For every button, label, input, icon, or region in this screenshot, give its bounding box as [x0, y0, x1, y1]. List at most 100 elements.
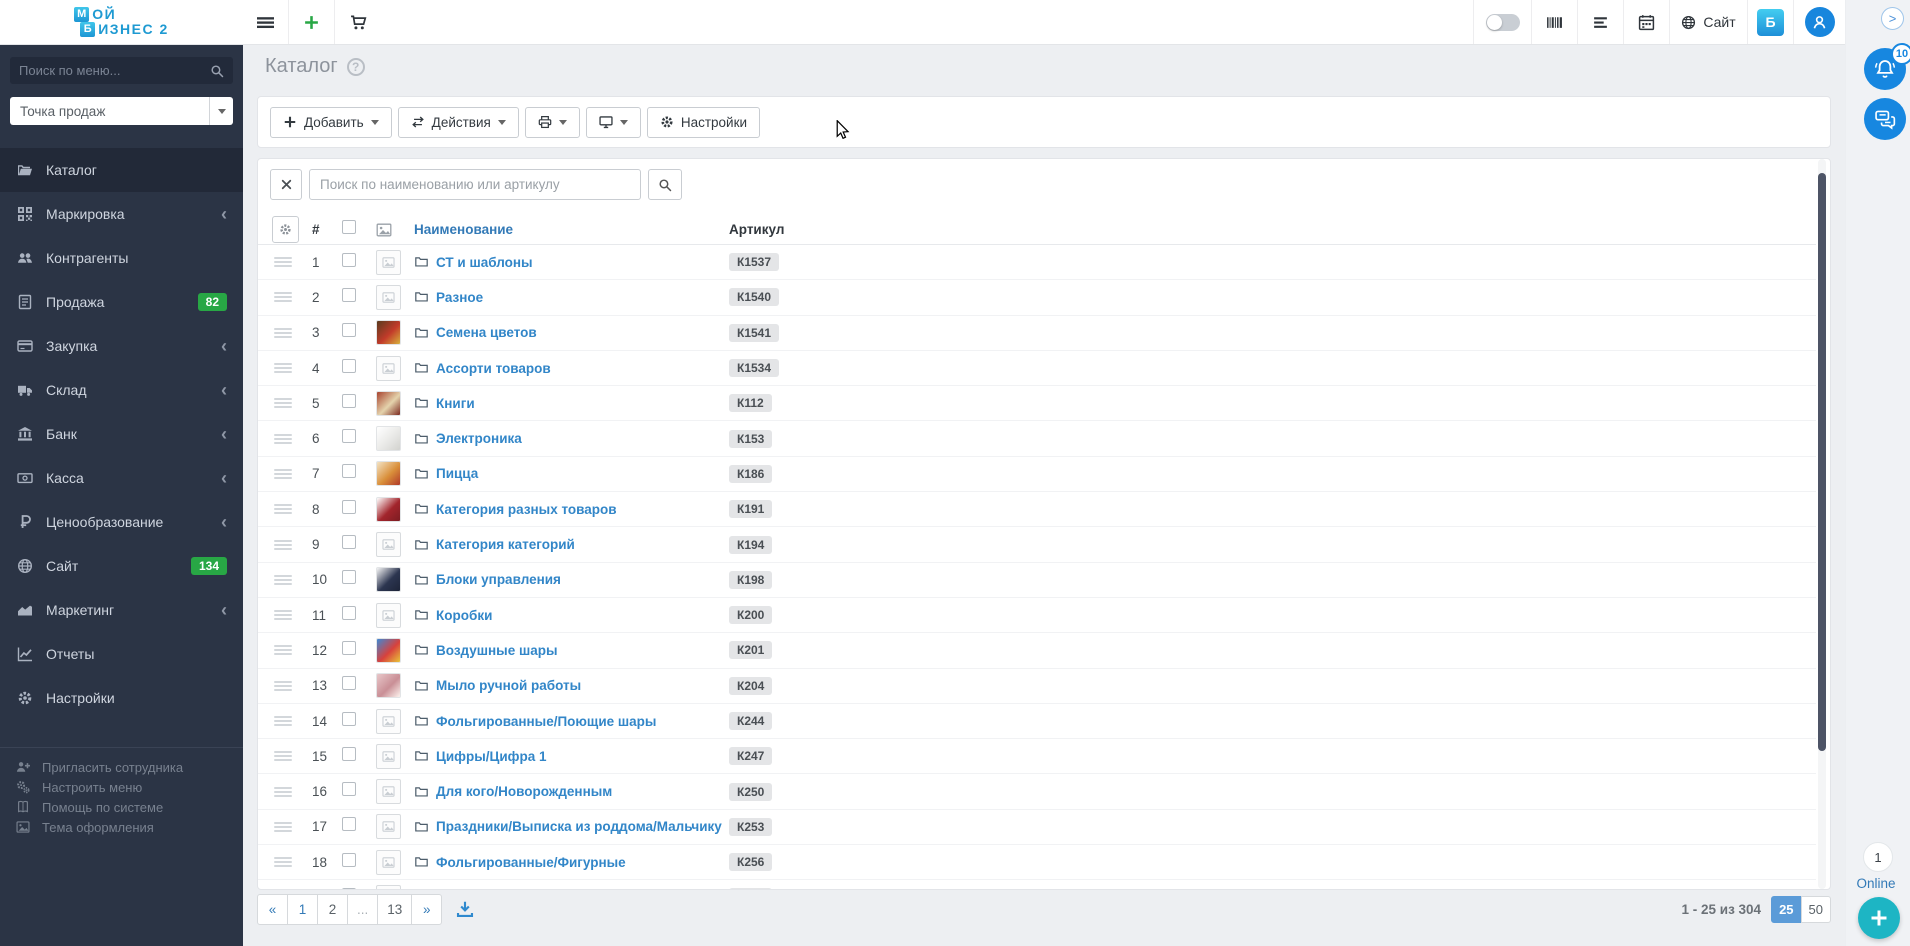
help-icon[interactable]: ? [347, 58, 365, 76]
pagination-page-1[interactable]: 1 [287, 894, 318, 925]
row-checkbox[interactable] [342, 288, 356, 302]
category-link[interactable]: Ассорти товаров [436, 361, 551, 376]
row-checkbox[interactable] [342, 641, 356, 655]
column-settings-button[interactable] [272, 216, 299, 243]
quick-add-button[interactable] [289, 0, 335, 44]
profile-button[interactable] [1793, 0, 1845, 44]
category-link[interactable]: Пицца [436, 466, 478, 481]
category-link[interactable]: Цифры/Цифра 1 [436, 749, 547, 764]
clear-search-button[interactable] [270, 169, 302, 200]
row-checkbox[interactable] [342, 535, 356, 549]
sidebar-link-theme[interactable]: Тема оформления [15, 817, 233, 837]
notifications-button[interactable]: 10 [1864, 48, 1906, 90]
add-button[interactable]: Добавить [270, 107, 392, 138]
mode-toggle[interactable] [1473, 0, 1531, 44]
cart-button[interactable] [335, 0, 381, 44]
category-link[interactable]: Категория разных товаров [436, 502, 617, 517]
row-checkbox[interactable] [342, 464, 356, 478]
drag-handle[interactable] [258, 643, 312, 657]
row-checkbox[interactable] [342, 394, 356, 408]
sidebar-link-system-help[interactable]: Помощь по системе [15, 797, 233, 817]
product-thumbnail[interactable] [376, 673, 401, 698]
calendar-button[interactable] [1623, 0, 1669, 44]
category-link[interactable]: Для кого/Новорожденным [436, 784, 612, 799]
sidebar-item-settings[interactable]: Настройки [0, 676, 243, 720]
pagination-ellipsis[interactable]: ... [347, 894, 378, 925]
drag-handle[interactable] [258, 255, 312, 269]
drag-handle[interactable] [258, 290, 312, 304]
print-button[interactable] [525, 107, 580, 138]
category-link[interactable]: Мыло ручной работы [436, 678, 581, 693]
chat-button[interactable] [1864, 98, 1906, 140]
product-thumbnail[interactable] [376, 461, 401, 486]
category-link[interactable]: Фольгированные/Поющие шары [436, 714, 656, 729]
category-link[interactable]: Категория категорий [436, 537, 575, 552]
sidebar-item-marking[interactable]: Маркировка‹ [0, 192, 243, 236]
drag-handle[interactable] [258, 714, 312, 728]
row-checkbox[interactable] [342, 359, 356, 373]
display-button[interactable] [586, 107, 641, 138]
sidebar-link-configure-menu[interactable]: Настроить меню [15, 777, 233, 797]
drag-handle[interactable] [258, 396, 312, 410]
collapse-panel-button[interactable]: > [1881, 7, 1904, 30]
column-header-name[interactable]: Наименование [414, 222, 513, 237]
sidebar-item-purchase[interactable]: Закупка‹ [0, 324, 243, 368]
drag-handle[interactable] [258, 502, 312, 516]
product-thumbnail[interactable] [376, 320, 401, 345]
drag-handle[interactable] [258, 785, 312, 799]
barcode-scanner-button[interactable] [1531, 0, 1577, 44]
row-checkbox[interactable] [342, 570, 356, 584]
sidebar-item-bank[interactable]: Банк‹ [0, 412, 243, 456]
drag-handle[interactable] [258, 467, 312, 481]
actions-button[interactable]: Действия [398, 107, 519, 138]
drag-handle[interactable] [258, 679, 312, 693]
row-checkbox[interactable] [342, 817, 356, 831]
category-link[interactable]: Разное [436, 290, 483, 305]
product-thumbnail[interactable] [376, 567, 401, 592]
drag-handle[interactable] [258, 361, 312, 375]
drag-handle[interactable] [258, 749, 312, 763]
menu-search-input[interactable] [19, 63, 210, 78]
pagination-prev[interactable]: « [257, 894, 288, 925]
category-link[interactable]: СТ и шаблоны [436, 255, 533, 270]
category-link[interactable]: Семена цветов [436, 325, 537, 340]
add-floating-button[interactable] [1858, 897, 1900, 939]
row-checkbox[interactable] [342, 747, 356, 761]
select-all-checkbox[interactable] [342, 220, 356, 234]
row-checkbox[interactable] [342, 606, 356, 620]
sales-point-select[interactable]: Точка продаж [10, 97, 233, 125]
sidebar-item-sales[interactable]: Продажа82 [0, 280, 243, 324]
sidebar-item-marketing[interactable]: Маркетинг‹ [0, 588, 243, 632]
drag-handle[interactable] [258, 608, 312, 622]
sidebar-item-site[interactable]: Сайт134 [0, 544, 243, 588]
category-link[interactable]: Праздники/Выписка из роддома/Мальчику [436, 819, 722, 834]
sidebar-item-pricing[interactable]: Ценообразование‹ [0, 500, 243, 544]
drag-handle[interactable] [258, 855, 312, 869]
table-search-input[interactable] [309, 169, 641, 200]
drag-handle[interactable] [258, 538, 312, 552]
scrollbar-thumb[interactable] [1818, 173, 1826, 751]
drag-handle[interactable] [258, 326, 312, 340]
product-thumbnail[interactable] [376, 497, 401, 522]
sidebar-item-contractors[interactable]: Контрагенты [0, 236, 243, 280]
drag-handle[interactable] [258, 573, 312, 587]
product-thumbnail[interactable] [376, 391, 401, 416]
sidebar-link-invite-employee[interactable]: Пригласить сотрудника [15, 757, 233, 777]
category-link[interactable]: Коробки [436, 608, 492, 623]
pagination-page-13[interactable]: 13 [377, 894, 412, 925]
drag-handle[interactable] [258, 820, 312, 834]
sidebar-item-cashdesk[interactable]: Касса‹ [0, 456, 243, 500]
sidebar-item-reports[interactable]: Отчеты [0, 632, 243, 676]
page-size-25[interactable]: 25 [1771, 896, 1801, 923]
category-link[interactable]: Блоки управления [436, 572, 561, 587]
app-logo[interactable]: МОЙ БИЗНЕС 2 [74, 7, 169, 37]
settings-button[interactable]: Настройки [647, 107, 760, 138]
row-checkbox[interactable] [342, 253, 356, 267]
row-checkbox[interactable] [342, 500, 356, 514]
row-checkbox[interactable] [342, 712, 356, 726]
search-button[interactable] [648, 169, 682, 200]
pagination-next[interactable]: » [411, 894, 442, 925]
drag-handle[interactable] [258, 432, 312, 446]
row-checkbox[interactable] [342, 888, 356, 890]
pagination-page-2[interactable]: 2 [317, 894, 348, 925]
